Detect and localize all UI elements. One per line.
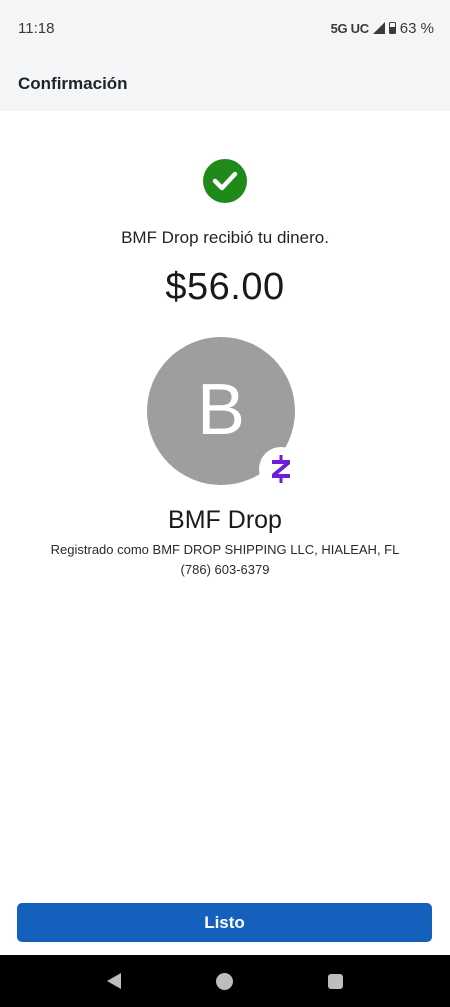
back-icon[interactable] [107, 973, 122, 989]
status-indicators: 5G UC 63 % [331, 20, 434, 37]
network-type: 5G UC [330, 20, 370, 36]
battery-icon [388, 22, 396, 34]
status-bar: 11:18 5G UC 63 % [0, 0, 450, 56]
system-nav-bar [0, 955, 450, 1007]
battery-percent: 63 % [399, 19, 434, 37]
home-icon[interactable] [215, 972, 233, 990]
recents-icon[interactable] [327, 973, 343, 989]
status-time: 11:18 [18, 19, 55, 37]
success-check-icon [203, 159, 247, 203]
recipient-phone: (786) 603-6379 [180, 562, 270, 577]
confirmation-message: BMF Drop recibió tu dinero. [121, 228, 329, 247]
recipient-name: BMF Drop [168, 506, 282, 534]
app-header: Confirmación [0, 56, 450, 111]
done-button[interactable]: Listo [17, 903, 432, 942]
page-title: Confirmación [18, 73, 128, 93]
zelle-logo-icon [259, 447, 303, 491]
payment-amount: $56.00 [165, 266, 285, 308]
registered-business: Registrado como BMF DROP SHIPPING LLC, H… [50, 542, 400, 557]
avatar-initial: B [196, 370, 246, 450]
signal-icon [372, 22, 385, 34]
